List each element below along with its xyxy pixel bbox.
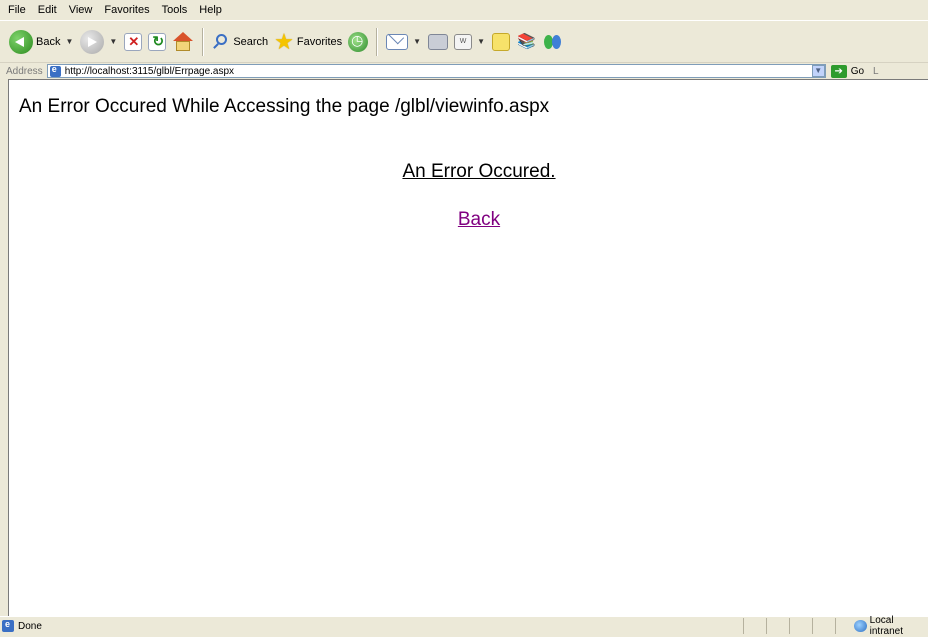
back-arrow-icon (9, 29, 33, 54)
menu-view[interactable]: View (63, 0, 99, 20)
print-button[interactable] (425, 32, 451, 52)
search-icon (212, 33, 230, 51)
page-icon (49, 64, 61, 77)
edit-dropdown-icon[interactable]: ▼ (477, 37, 485, 46)
favorites-button-label: Favorites (296, 35, 343, 48)
status-text: Done (18, 620, 42, 632)
address-label: Address (6, 65, 43, 77)
back-link[interactable]: Back (458, 209, 500, 230)
stop-button[interactable] (121, 31, 145, 53)
search-button[interactable]: Search (209, 31, 271, 53)
edit-page-icon: W (454, 33, 473, 50)
menu-favorites[interactable]: Favorites (98, 0, 155, 20)
toolbar-separator (376, 27, 379, 56)
home-icon (172, 31, 194, 52)
links-label[interactable]: L (873, 66, 879, 77)
edit-button[interactable]: W (451, 32, 475, 52)
status-panels: Local intranet (743, 615, 928, 637)
toolbar-separator (202, 27, 205, 56)
status-panel (789, 618, 812, 634)
back-dropdown-icon[interactable]: ▼ (65, 37, 73, 46)
discuss-button[interactable] (489, 31, 513, 53)
history-button[interactable] (345, 30, 371, 54)
go-button-label: Go (850, 65, 865, 77)
forward-dropdown-icon[interactable]: ▼ (109, 37, 117, 46)
refresh-button[interactable] (145, 31, 169, 53)
search-button-label: Search (233, 35, 269, 48)
status-panel (743, 618, 766, 634)
back-button[interactable]: Back (6, 28, 63, 56)
refresh-icon (148, 32, 167, 51)
error-heading: An Error Occured While Accessing the pag… (19, 96, 550, 117)
status-panel (766, 618, 789, 634)
error-message: An Error Occured. (402, 161, 556, 182)
page-content: An Error Occured While Accessing the pag… (8, 79, 928, 616)
local-intranet-icon (854, 620, 867, 632)
menu-help[interactable]: Help (193, 0, 228, 20)
standard-toolbar: Back ▼ ▼ Search ★ Favorites ▼ W ▼ (0, 20, 928, 62)
go-arrow-icon: ➔ (830, 64, 847, 78)
history-icon (348, 31, 369, 52)
menu-file[interactable]: File (0, 0, 32, 20)
star-icon: ★ (274, 28, 294, 54)
stop-icon (124, 32, 143, 51)
zone-panel: Local intranet (835, 615, 928, 637)
menu-bar: File Edit View Favorites Tools Help (0, 0, 928, 20)
printer-icon (428, 33, 449, 50)
mail-button[interactable] (383, 32, 411, 52)
forward-button[interactable] (77, 28, 107, 56)
mail-dropdown-icon[interactable]: ▼ (413, 37, 421, 46)
note-icon (492, 32, 510, 51)
status-bar: Done Local intranet (0, 615, 928, 637)
address-input[interactable]: http://localhost:3115/glbl/Errpage.aspx … (46, 64, 826, 78)
go-button[interactable]: ➔ Go (830, 64, 865, 78)
messenger-icon (542, 32, 564, 52)
address-bar: Address http://localhost:3115/glbl/Errpa… (0, 62, 928, 79)
status-panel (812, 618, 835, 634)
back-link-container: Back (9, 209, 928, 231)
research-icon (516, 32, 536, 52)
address-url: http://localhost:3115/glbl/Errpage.aspx (64, 65, 235, 77)
home-button[interactable] (169, 30, 197, 54)
forward-arrow-icon (80, 29, 105, 54)
page-done-icon (2, 619, 14, 632)
favorites-button[interactable]: ★ Favorites (271, 29, 345, 55)
mail-icon (386, 33, 409, 50)
back-button-label: Back (36, 35, 61, 48)
menu-edit[interactable]: Edit (32, 0, 63, 20)
research-button[interactable] (513, 30, 539, 54)
menu-tools[interactable]: Tools (156, 0, 194, 20)
messenger-button[interactable] (539, 30, 567, 54)
address-dropdown-icon[interactable]: ▼ (811, 65, 825, 77)
